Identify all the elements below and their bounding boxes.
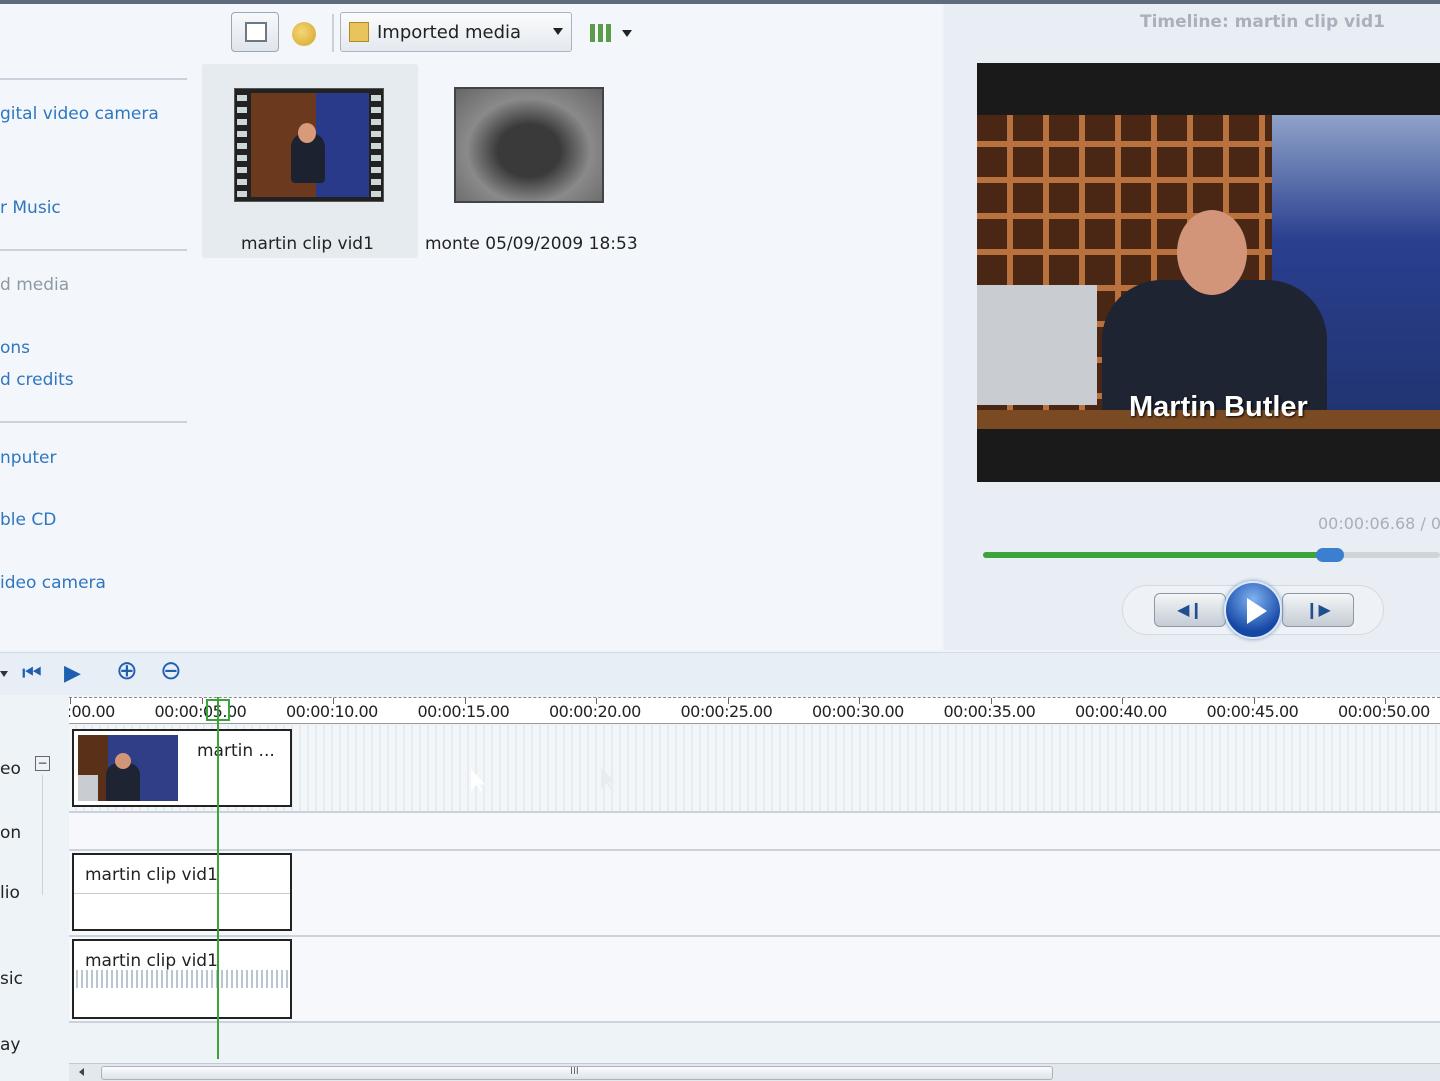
seek-bar[interactable] (983, 548, 1440, 562)
track-label-overlay: ay (0, 1035, 21, 1055)
ruler-tick-label: 00:00:40.00 (1075, 702, 1167, 721)
play-button[interactable] (1224, 581, 1282, 639)
ruler-tick-label: 00:00:05.00 (154, 702, 247, 721)
ruler-tick-mark (201, 698, 203, 704)
clip-name: martin ... (197, 741, 275, 761)
video-frame (251, 93, 369, 197)
track-labels: eo − on lio sic ay (0, 697, 68, 1081)
previous-frame-icon: ◀❙ (1177, 600, 1203, 619)
preview-monitor: Martin Butler (977, 63, 1440, 482)
video-caption-overlay: Martin Butler (1129, 391, 1308, 423)
divider (0, 249, 187, 251)
view-options-icon (590, 24, 612, 42)
view-options-button[interactable] (590, 22, 632, 46)
scroll-grip: III (570, 1066, 579, 1077)
ruler-tick-label: 00:00:50.00 (1338, 702, 1430, 721)
clip-name: martin clip vid1 (85, 951, 218, 971)
next-frame-button[interactable]: ❙▶ (1282, 593, 1354, 627)
ruler-tick-label: 00:00:00.00 (69, 702, 115, 721)
play-icon[interactable]: ▶ (64, 663, 81, 685)
ruler-tick-mark (70, 698, 71, 704)
timeline-ruler[interactable]: 00:00:00.00 00:00:05.00 00:00:10.00 00:00:1… (69, 697, 1440, 724)
task-import-music[interactable]: r Music (0, 198, 61, 218)
folder-icon (349, 22, 369, 42)
ruler-tick-label: 00:00:30.00 (812, 702, 904, 721)
task-pane-toggle-button[interactable] (231, 12, 279, 52)
toolbar-divider (332, 14, 334, 52)
task-from-digital-video-camera[interactable]: gital video camera (0, 104, 159, 124)
ruler-tick-label: 00:00:45.00 (1206, 702, 1299, 721)
divider (0, 421, 187, 423)
ruler-tick-label: 00:00:25.00 (680, 702, 773, 721)
playhead-handle[interactable] (206, 699, 231, 721)
timeline-toolbar: ⏮ ▶ ⊕ ⊖ (0, 653, 1440, 695)
task-titles-credits[interactable]: d credits (0, 370, 74, 390)
track-label-audio: lio (0, 883, 20, 903)
seek-bar-progress (983, 552, 1331, 558)
ruler-tick-label: 00:00:10.00 (286, 702, 378, 721)
volume-line (74, 893, 290, 894)
media-item-caption[interactable]: monte 05/09/2009 18:53 (425, 234, 638, 254)
timeline-horizontal-scrollbar[interactable]: III (69, 1063, 1440, 1081)
ruler-tick-mark (464, 698, 466, 704)
ruler-tick-mark (333, 698, 334, 704)
task-pane-icon (245, 22, 267, 42)
task-publish-video-camera[interactable]: ideo camera (0, 573, 106, 593)
next-frame-icon: ❙▶ (1305, 600, 1331, 619)
ruler-tick-mark (990, 698, 992, 704)
ruler-tick-mark (596, 698, 597, 704)
ruler-tick-mark (727, 698, 729, 704)
chevron-down-icon (553, 28, 563, 35)
divider (0, 78, 187, 80)
ruler-tick-label: 00:00:20.00 (549, 702, 641, 721)
clip-thumbnail (78, 735, 178, 801)
ruler-tick-label: 00:00:15.00 (417, 702, 510, 721)
ruler-tick-mark (1122, 698, 1123, 704)
zoom-in-icon[interactable]: ⊕ (116, 658, 138, 684)
filmstrip-right (371, 89, 381, 201)
track-label-music: sic (0, 969, 23, 989)
video-clip[interactable]: martin ... (72, 729, 292, 807)
task-publish-cd[interactable]: ble CD (0, 510, 56, 530)
track-label-video: eo (0, 759, 21, 779)
task-imported-media[interactable]: d media (0, 275, 69, 295)
chevron-down-icon (622, 30, 632, 37)
chevron-down-icon[interactable] (0, 671, 8, 677)
rewind-icon[interactable]: ⏮ (22, 663, 42, 685)
timeline-pane: ⏮ ▶ ⊕ ⊖ eo − on lio sic ay 00:00:00.0000… (0, 652, 1440, 1081)
ruler-tick-label: 00:00:35.00 (943, 702, 1036, 721)
zoom-out-icon[interactable]: ⊖ (160, 658, 182, 684)
previous-frame-button[interactable]: ◀❙ (1154, 593, 1226, 627)
collection-dropdown[interactable]: Imported media (340, 12, 572, 52)
transition-track[interactable] (69, 813, 1440, 851)
preview-timecode: 00:00:06.68 / 0 (1318, 514, 1440, 533)
music-clip[interactable]: martin clip vid1 (72, 939, 292, 1019)
collection-dropdown-value: Imported media (377, 22, 522, 43)
ruler-tick-mark (1253, 698, 1255, 704)
seek-bar-thumb[interactable] (1316, 548, 1345, 562)
task-publish-computer[interactable]: nputer (0, 448, 56, 468)
media-item-video-thumbnail[interactable] (234, 88, 384, 202)
collections-icon[interactable] (292, 22, 316, 46)
media-item-caption[interactable]: martin clip vid1 (241, 234, 374, 254)
playhead[interactable] (217, 697, 220, 1059)
clip-name: martin clip vid1 (85, 865, 218, 885)
task-transitions[interactable]: ons (0, 338, 30, 358)
track-label-transition: on (0, 823, 22, 843)
collapse-icon[interactable]: − (35, 756, 50, 771)
filmstrip-left (237, 89, 247, 201)
preview-title: Timeline: martin clip vid1 (1140, 12, 1385, 32)
scrollbar-thumb[interactable]: III (101, 1066, 1053, 1080)
video-frame (977, 115, 1440, 429)
media-item-picture-thumbnail[interactable] (454, 87, 604, 203)
audio-clip[interactable]: martin clip vid1 (72, 853, 292, 931)
track-tree-line (42, 775, 43, 895)
scroll-left-icon[interactable] (79, 1068, 84, 1076)
ruler-tick-mark (1385, 698, 1386, 704)
ruler-tick-mark (859, 698, 860, 704)
tasks-pane: gital video camera r Music d media ons d… (0, 4, 200, 650)
